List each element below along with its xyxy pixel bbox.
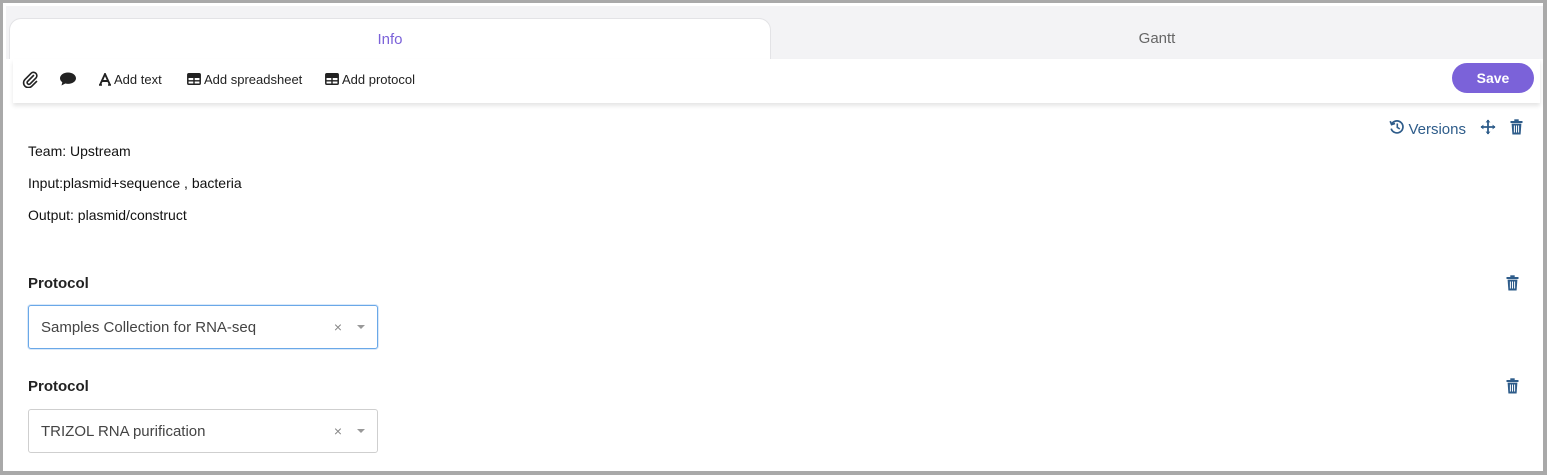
attach-button[interactable] xyxy=(21,59,39,99)
trash-icon xyxy=(1510,118,1523,140)
protocol-select[interactable]: Samples Collection for RNA-seq × xyxy=(28,305,378,349)
table-icon xyxy=(187,73,201,85)
delete-protocol-button[interactable] xyxy=(1506,275,1519,296)
comment-icon xyxy=(59,71,77,87)
move-button[interactable] xyxy=(1480,119,1496,140)
versions-button[interactable]: Versions xyxy=(1389,119,1466,139)
add-text-button[interactable]: Add text xyxy=(99,59,162,99)
trash-icon xyxy=(1506,378,1519,398)
table-icon xyxy=(325,73,339,85)
delete-protocol-button[interactable] xyxy=(1506,378,1519,399)
content-line: Team: Upstream xyxy=(28,143,131,159)
tab-gantt-label: Gantt xyxy=(1138,30,1176,47)
add-spreadsheet-label: Add spreadsheet xyxy=(204,71,303,87)
content-line: Input:plasmid+sequence , bacteria xyxy=(28,175,242,191)
clear-selection-icon[interactable]: × xyxy=(331,423,345,439)
add-protocol-label: Add protocol xyxy=(342,71,415,87)
trash-icon xyxy=(1506,275,1519,295)
paperclip-icon xyxy=(21,70,39,88)
chevron-down-icon[interactable] xyxy=(357,325,365,329)
history-icon xyxy=(1389,119,1405,139)
move-arrows-icon xyxy=(1480,119,1496,140)
protocol-heading: Protocol xyxy=(28,275,89,292)
chevron-down-icon[interactable] xyxy=(357,429,365,433)
save-button[interactable]: Save xyxy=(1452,63,1534,93)
editor-toolbar: Add text Add spreadsheet Add protocol Sa… xyxy=(13,59,1540,103)
versions-label: Versions xyxy=(1408,120,1466,138)
protocol-select-value: TRIZOL RNA purification xyxy=(41,422,206,440)
delete-block-button[interactable] xyxy=(1510,118,1523,140)
tab-bar: Info Gantt xyxy=(6,6,1543,59)
protocol-select[interactable]: TRIZOL RNA purification × xyxy=(28,409,378,453)
comment-button[interactable] xyxy=(59,59,77,99)
add-text-label: Add text xyxy=(114,71,162,87)
tab-info[interactable]: Info xyxy=(9,18,771,59)
text-format-icon xyxy=(99,72,111,86)
app-window: Info Gantt Add text Add spreadsheet Add … xyxy=(0,0,1547,475)
content-line: Output: plasmid/construct xyxy=(28,207,187,223)
protocol-heading: Protocol xyxy=(28,378,89,395)
block-actions: Versions xyxy=(1389,118,1523,140)
protocol-select-value: Samples Collection for RNA-seq xyxy=(41,318,257,336)
add-protocol-button[interactable]: Add protocol xyxy=(325,59,415,99)
tab-info-label: Info xyxy=(377,30,403,48)
add-spreadsheet-button[interactable]: Add spreadsheet xyxy=(187,59,302,99)
tab-gantt[interactable]: Gantt xyxy=(771,18,1543,59)
clear-selection-icon[interactable]: × xyxy=(331,319,345,335)
